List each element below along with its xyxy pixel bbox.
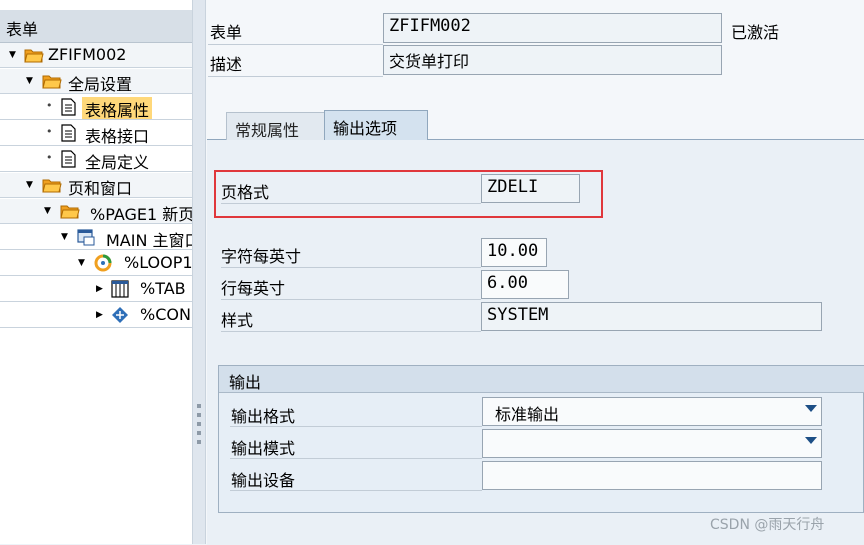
expand-triangle-icon[interactable]: ▼ [26,180,33,190]
tree-node-label: %LOOP1 [124,253,192,272]
output-format-label: 输出格式 [231,407,296,426]
style-label: 样式 [221,311,254,330]
tree-node-label: 全局定义 [85,153,150,172]
watermark-text: CSDN @雨天行舟 [710,517,825,533]
window-icon [77,229,95,246]
divider [221,203,481,204]
bullet-icon: • [46,125,53,138]
divider [208,44,383,45]
output-group-header: 输出 [219,366,864,393]
tree-node-pages-windows[interactable]: ▼ 页和窗口 [0,173,192,198]
description-label: 描述 [210,55,243,74]
tree-node-label: 表格接口 [85,127,150,146]
bullet-icon: • [46,99,53,112]
bullet-icon: • [46,151,53,164]
output-device-label: 输出设备 [231,471,296,490]
divider [230,490,482,491]
output-format-value: 标准输出 [495,405,560,424]
tree-node-label: 表格属性 [82,97,153,119]
page-format-label: 页格式 [221,183,270,202]
tree-node-loop1[interactable]: ▼ %LOOP1 [0,251,192,276]
tree-node-global-settings[interactable]: ▼ 全局设置 [0,69,192,94]
flow-branch-icon [112,307,128,323]
tree-node-label: %TAB [140,279,186,298]
dropdown-arrow-icon[interactable] [805,437,817,444]
divider [221,267,481,268]
characters-per-inch-label: 字符每英寸 [221,247,302,266]
characters-per-inch-field[interactable]: 10.00 [481,238,547,267]
expand-triangle-icon[interactable]: ▼ [61,232,68,242]
output-format-dropdown[interactable]: 标准输出 [482,397,822,426]
open-folder-icon [60,205,80,219]
tree-node-label: ZFIFM002 [48,45,127,64]
form-label: 表单 [210,23,243,42]
description-field[interactable]: 交货单打印 [383,45,722,75]
splitter-grip-dot [197,440,201,444]
loop-icon [94,254,112,272]
tree-node-form-interface[interactable]: • 表格接口 [0,121,192,146]
output-mode-dropdown[interactable] [482,429,822,458]
output-mode-label: 输出模式 [231,439,296,458]
divider [230,426,482,427]
tree-node-table[interactable]: ▶ %TAB [0,277,192,302]
lines-per-inch-label: 行每英寸 [221,279,286,298]
collapsed-triangle-icon[interactable]: ▶ [96,310,103,320]
tree-node-label: %CON [140,305,191,324]
divider [230,458,482,459]
open-folder-icon [24,49,44,63]
tab-output-options[interactable]: 输出选项 [324,110,428,140]
tree-header-title: 表单 [6,20,39,39]
page-format-field[interactable]: ZDELI [481,174,580,203]
divider [208,76,383,77]
tree-node-main-window[interactable]: ▼ MAIN 主窗口 [0,225,192,250]
dropdown-arrow-icon[interactable] [805,405,817,412]
table-icon [111,280,129,298]
divider [221,331,481,332]
document-icon [61,150,76,168]
open-folder-icon [42,179,62,193]
navigation-tree: 表单 ▼ ZFIFM002 ▼ 全局设置 • 表格属性 • 表格接口 • 全局定… [0,0,192,544]
expand-triangle-icon[interactable]: ▼ [9,50,16,60]
output-device-field[interactable] [482,461,822,490]
splitter-grip-dot [197,422,201,426]
lines-per-inch-field[interactable]: 6.00 [481,270,569,299]
expand-triangle-icon[interactable]: ▼ [78,258,85,268]
collapsed-triangle-icon[interactable]: ▶ [96,284,103,294]
splitter-grip-dot [197,413,201,417]
tab-general-attributes[interactable]: 常规属性 [226,112,326,140]
tree-node-form-attributes[interactable]: • 表格属性 [0,95,192,120]
output-group-title: 输出 [229,373,262,392]
tree-node-form[interactable]: ▼ ZFIFM002 [0,43,192,68]
style-field[interactable]: SYSTEM [481,302,822,331]
form-name-field[interactable]: ZFIFM002 [383,13,722,43]
tree-node-label: %PAGE1 新页 [90,205,192,224]
status-text: 已激活 [731,23,780,42]
document-icon [61,124,76,142]
open-folder-icon [42,75,62,89]
tree-node-label: 页和窗口 [68,179,133,198]
tree-node-label: MAIN 主窗口 [106,231,192,250]
tree-header: 表单 [0,10,192,43]
expand-triangle-icon[interactable]: ▼ [26,76,33,86]
splitter-grip-dot [197,431,201,435]
expand-triangle-icon[interactable]: ▼ [44,206,51,216]
tree-node-global-definitions[interactable]: • 全局定义 [0,147,192,172]
tree-node-label: 全局设置 [68,75,133,94]
splitter-grip-dot [197,404,201,408]
pane-splitter[interactable] [192,0,206,544]
divider [221,299,481,300]
tree-node-condition[interactable]: ▶ %CON [0,303,192,328]
document-icon [61,98,76,116]
tree-node-page1[interactable]: ▼ %PAGE1 新页 [0,199,192,224]
